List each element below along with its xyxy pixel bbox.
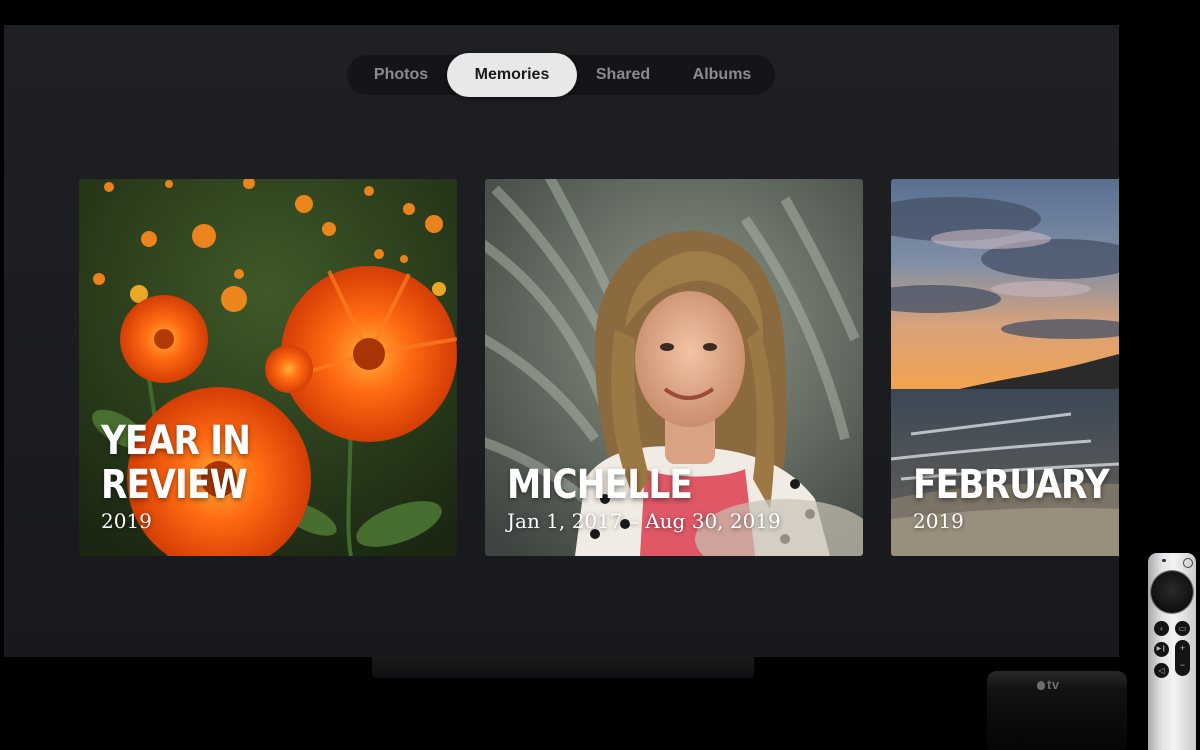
power-icon[interactable]: [1183, 558, 1193, 568]
memory-card-michelle[interactable]: MICHELLE Jan 1, 2017 – Aug 30, 2019: [485, 179, 863, 556]
tab-shared[interactable]: Shared: [577, 55, 669, 95]
tv-screen: Photos Memories Shared Albums YEAR IN RE…: [4, 25, 1119, 657]
tab-albums[interactable]: Albums: [669, 55, 775, 95]
apple-tv-logo: tv: [1037, 677, 1060, 692]
memory-title-line1: YEAR IN: [101, 418, 251, 464]
volume-up-button[interactable]: +: [1175, 640, 1190, 657]
siri-remote: ‹ ▭ ▶❙ ◁ + −: [1148, 553, 1196, 750]
tab-bar: Photos Memories Shared Albums: [347, 53, 775, 97]
tab-photos[interactable]: Photos: [355, 55, 447, 95]
tab-memories[interactable]: Memories: [447, 53, 577, 97]
volume-rocker[interactable]: + −: [1175, 640, 1190, 676]
play-pause-button[interactable]: ▶❙: [1154, 642, 1169, 657]
remote-mic-dot: [1162, 559, 1166, 562]
tv-button[interactable]: ▭: [1175, 621, 1190, 636]
apple-tv-box: tv: [987, 671, 1127, 750]
memory-title: MICHELLE: [507, 462, 693, 508]
back-button[interactable]: ‹: [1154, 621, 1169, 636]
memory-subtitle: Jan 1, 2017 – Aug 30, 2019: [507, 509, 781, 533]
memory-subtitle: 2019: [101, 509, 152, 533]
memory-card-february[interactable]: FEBRUARY 2 2019: [891, 179, 1119, 556]
memory-card-year-in-review[interactable]: YEAR IN REVIEW 2019: [79, 179, 457, 556]
memory-title-line2: REVIEW: [101, 462, 248, 508]
memory-title: FEBRUARY 2: [913, 462, 1119, 508]
clickpad-wheel[interactable]: [1151, 571, 1193, 613]
memory-subtitle: 2019: [913, 509, 964, 533]
tv-stand: [372, 657, 754, 678]
apple-logo-icon: [1037, 681, 1045, 690]
mute-button[interactable]: ◁: [1154, 663, 1169, 678]
volume-down-button[interactable]: −: [1175, 657, 1190, 674]
